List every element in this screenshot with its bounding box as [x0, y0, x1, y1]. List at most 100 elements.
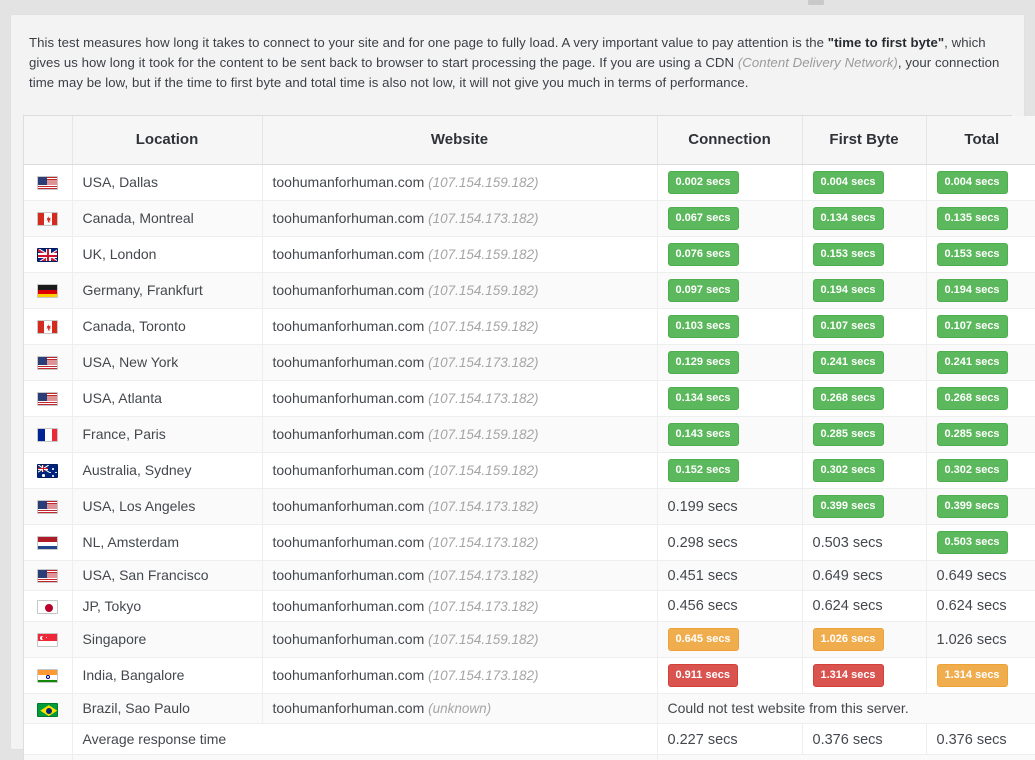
table-header: Location Website Connection First Byte T… — [24, 116, 1035, 165]
row-location: USA, Atlanta — [72, 380, 263, 417]
row-total-time: 0.649 secs — [926, 560, 1035, 592]
row-connection-time: 0.103 secs — [657, 308, 803, 345]
flag-india-icon — [37, 669, 59, 684]
row-website-ip: (107.154.159.182) — [428, 319, 539, 334]
flag-usa-icon — [37, 356, 59, 371]
row-total-time: 0.624 secs — [926, 590, 1035, 622]
table-row: Canada, Toronto toohumanforhuman.com (107… — [24, 308, 1035, 345]
row-first-byte-time: 0.107 secs — [802, 308, 927, 345]
row-first-byte-time: 0.004 secs — [802, 164, 927, 201]
row-location: UK, London — [72, 236, 263, 273]
row-total-time: 0.302 secs — [926, 452, 1035, 489]
row-website-ip: (107.154.173.182) — [428, 568, 539, 584]
column-header-first-byte: First Byte — [802, 116, 927, 165]
row-website-ip: (107.154.173.182) — [428, 211, 539, 226]
row-connection-time: 0.298 secs — [657, 524, 803, 561]
row-connection-time: 0.911 secs — [657, 657, 803, 694]
row-total-time: 1.026 secs — [926, 621, 1035, 658]
average-connection: 0.227 secs — [657, 723, 803, 755]
row-connection-time-badge: 0.103 secs — [667, 314, 739, 338]
row-connection-time-value: 0.456 secs — [667, 598, 738, 615]
row-website: toohumanforhuman.com (107.154.159.182) — [262, 452, 658, 489]
row-first-byte-time-badge: 0.194 secs — [812, 278, 884, 302]
flag-canada-icon — [37, 212, 59, 227]
row-connection-time-badge: 0.645 secs — [667, 627, 739, 651]
row-first-byte-time: 0.399 secs — [802, 488, 927, 525]
row-website-ip: (107.154.159.182) — [428, 175, 539, 190]
row-flag-cell — [24, 164, 73, 201]
row-connection-time: 0.002 secs — [657, 164, 803, 201]
row-total-time-badge: 0.241 secs — [936, 350, 1008, 374]
flag-usa-icon — [37, 176, 59, 191]
row-website: toohumanforhuman.com (107.154.159.182) — [262, 164, 658, 201]
row-total-time: 0.107 secs — [926, 308, 1035, 345]
top-divider-nub — [808, 0, 824, 5]
table-row: USA, New York toohumanforhuman.com (107.1… — [24, 344, 1035, 381]
table-row: JP, Tokyo toohumanforhuman.com (107.154.1… — [24, 590, 1035, 622]
row-location: USA, New York — [72, 344, 263, 381]
row-total-time: 0.503 secs — [926, 524, 1035, 561]
row-first-byte-time-value: 0.649 secs — [812, 567, 883, 584]
average-response-label: Average response time — [72, 723, 658, 755]
row-connection-time-value: 0.298 secs — [667, 534, 738, 551]
flag-france-icon — [37, 428, 59, 443]
row-location: Australia, Sydney — [72, 452, 263, 489]
row-website-domain: toohumanforhuman.com — [272, 426, 429, 442]
row-location: Germany, Frankfurt — [72, 272, 263, 309]
row-website-domain: toohumanforhuman.com — [272, 597, 429, 614]
row-first-byte-time: 0.503 secs — [802, 524, 927, 561]
row-connection-time: 0.129 secs — [657, 344, 803, 381]
row-total-time: 0.399 secs — [926, 488, 1035, 525]
column-header-flag — [24, 116, 73, 165]
row-total-time-value: 1.026 secs — [936, 631, 1007, 648]
row-first-byte-time: 0.285 secs — [802, 416, 927, 453]
average-response-row: Average response time 0.227 secs 0.376 sec… — [24, 723, 1035, 755]
row-first-byte-time-badge: 0.004 secs — [812, 170, 884, 194]
row-first-byte-time-badge: 1.026 secs — [812, 627, 884, 651]
row-connection-time-badge: 0.097 secs — [667, 278, 739, 302]
row-first-byte-time: 0.649 secs — [802, 560, 927, 592]
average-first-byte-value: 0.376 secs — [812, 731, 883, 748]
row-location: USA, Los Angeles — [72, 488, 263, 525]
column-header-connection: Connection — [657, 116, 803, 165]
row-flag-cell — [24, 236, 73, 273]
row-website: toohumanforhuman.com (107.154.173.182) — [262, 200, 658, 237]
row-location: India, Bangalore — [72, 657, 263, 694]
table-row: Brazil, Sao Paulo toohumanforhuman.com (u… — [24, 693, 1035, 725]
row-total-time-badge: 0.194 secs — [936, 278, 1008, 302]
table-row: Canada, Montreal toohumanforhuman.com (10… — [24, 200, 1035, 237]
table-body: USA, Dallas toohumanforhuman.com (107.154… — [24, 164, 1035, 760]
row-flag-cell — [24, 590, 73, 622]
row-connection-time-badge: 0.129 secs — [667, 350, 739, 374]
row-connection-time: 0.076 secs — [657, 236, 803, 273]
row-total-time-badge: 0.285 secs — [936, 422, 1008, 446]
row-website: toohumanforhuman.com (107.154.173.182) — [262, 380, 658, 417]
row-website: toohumanforhuman.com (107.154.173.182) — [262, 560, 658, 592]
row-connection-time-value: 0.199 secs — [667, 498, 738, 515]
row-website: toohumanforhuman.com (107.154.173.182) — [262, 590, 658, 622]
row-flag-cell — [24, 452, 73, 489]
page-root: This test measures how long it takes to … — [0, 0, 1035, 760]
row-flag-cell — [24, 344, 73, 381]
row-total-time-value: 0.649 secs — [936, 567, 1007, 584]
intro-text-part1: This test measures how long it takes to … — [29, 35, 828, 50]
table-row: USA, San Francisco toohumanforhuman.com (… — [24, 560, 1035, 592]
row-first-byte-time: 0.134 secs — [802, 200, 927, 237]
row-website-domain: toohumanforhuman.com — [272, 631, 429, 648]
performance-grade-cell: PERFORMANCE GRADE: A+ — [657, 754, 1035, 760]
row-total-time: 0.241 secs — [926, 344, 1035, 381]
row-website: toohumanforhuman.com (107.154.173.182) — [262, 488, 658, 525]
row-website: toohumanforhuman.com (107.154.159.182) — [262, 308, 658, 345]
row-first-byte-time-badge: 0.107 secs — [812, 314, 884, 338]
row-website: toohumanforhuman.com (107.154.159.182) — [262, 621, 658, 658]
column-header-total: Total — [926, 116, 1035, 165]
row-website-ip: (unknown) — [428, 701, 492, 717]
row-website-domain: toohumanforhuman.com — [272, 354, 429, 370]
row-first-byte-time-value: 0.503 secs — [812, 534, 883, 551]
row-first-byte-time-badge: 0.268 secs — [812, 386, 884, 410]
column-header-website: Website — [262, 116, 658, 165]
row-location: Canada, Toronto — [72, 308, 263, 345]
average-row-spacer — [24, 723, 73, 755]
row-connection-time-badge: 0.067 secs — [667, 206, 739, 230]
flag-brazil-icon — [37, 702, 59, 717]
